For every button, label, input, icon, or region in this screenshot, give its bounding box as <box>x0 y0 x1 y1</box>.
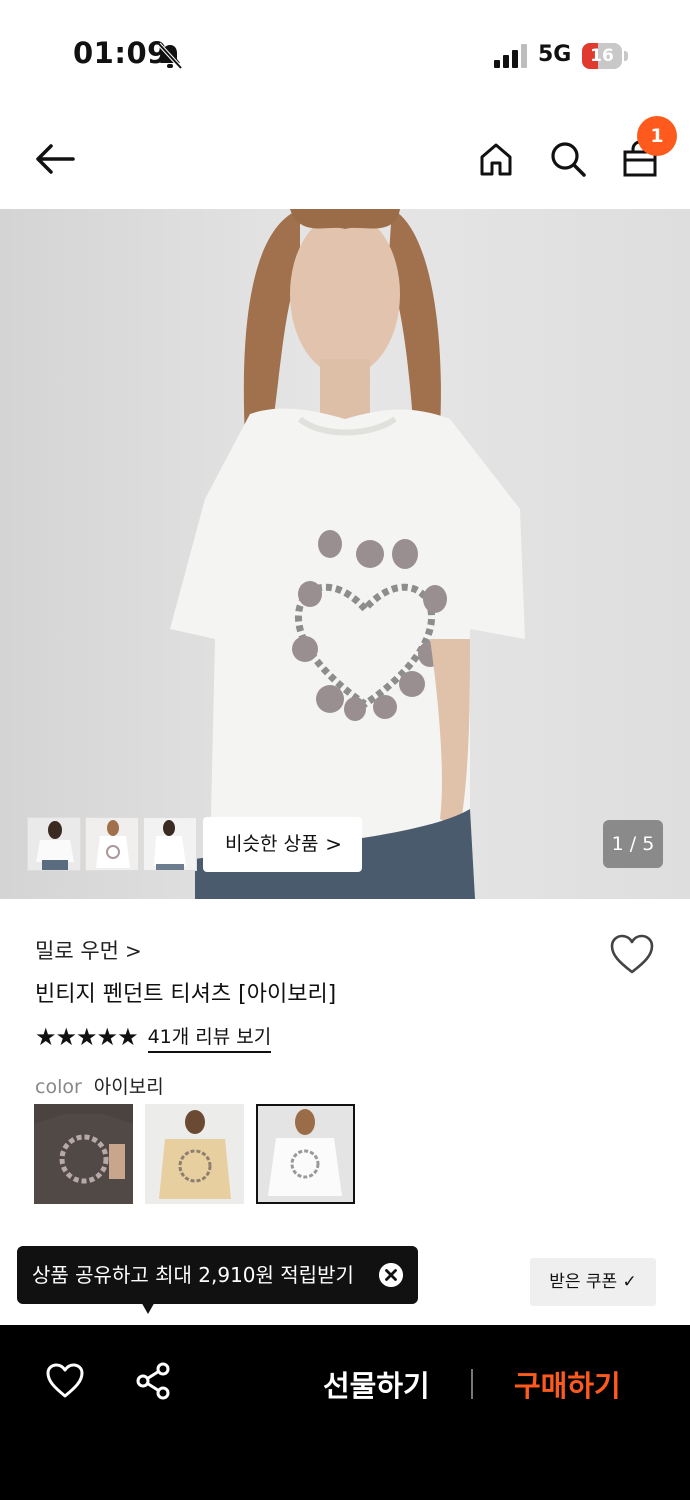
battery-icon: 16 <box>582 43 628 69</box>
similar-products-label: 비슷한 상품 <box>225 833 319 855</box>
brand-name: 밀로 우먼 <box>35 939 119 963</box>
gift-button[interactable]: 선물하기 <box>323 1363 430 1405</box>
review-link[interactable]: 41개 리뷰 보기 <box>147 1022 272 1053</box>
heart-icon[interactable] <box>45 1361 85 1401</box>
divider <box>471 1369 473 1399</box>
close-icon[interactable] <box>379 1263 403 1287</box>
cart-count-badge: 1 <box>637 116 677 156</box>
bottom-action-bar: 선물하기 구매하기 <box>0 1325 690 1500</box>
buy-button[interactable]: 구매하기 <box>514 1363 621 1405</box>
status-bar: 01:09 5G 16 <box>0 0 690 110</box>
rating-row: ★★★★★ 41개 리뷰 보기 <box>35 1022 272 1053</box>
product-main-image[interactable] <box>0 209 690 899</box>
toast-pointer <box>140 1300 156 1314</box>
search-icon <box>551 142 586 177</box>
color-swatch-charcoal[interactable] <box>34 1104 133 1204</box>
thumbnail-2[interactable] <box>85 817 139 871</box>
thumbnail-3[interactable] <box>143 817 197 871</box>
image-thumbnails <box>27 817 197 871</box>
network-type: 5G <box>538 42 572 67</box>
top-nav <box>0 110 690 210</box>
battery-level: 16 <box>590 46 614 66</box>
color-value: 아이보리 <box>93 1076 164 1098</box>
image-pager: 1 / 5 <box>603 820 663 868</box>
star-rating-icon: ★★★★★ <box>35 1023 139 1051</box>
similar-products-button[interactable]: 비슷한 상품 > <box>203 817 362 872</box>
toast-text: 상품 공유하고 최대 2,910원 적립받기 <box>32 1263 354 1287</box>
signal-icon <box>494 44 527 68</box>
color-swatch-beige[interactable] <box>145 1104 244 1204</box>
color-swatches <box>34 1104 355 1204</box>
color-selection-label: color 아이보리 <box>35 1072 164 1099</box>
chevron-right-icon: > <box>325 832 342 856</box>
arrow-left-icon <box>36 144 75 174</box>
status-time: 01:09 <box>73 36 168 70</box>
back-button[interactable] <box>31 135 79 183</box>
product-photo <box>0 209 690 899</box>
product-title: 빈티지 펜던트 티셔츠 [아이보리] <box>35 982 337 1007</box>
share-icon[interactable] <box>133 1361 173 1401</box>
thumbnail-1[interactable] <box>27 817 81 871</box>
color-swatch-ivory[interactable] <box>256 1104 355 1204</box>
heart-icon[interactable] <box>609 933 655 975</box>
share-reward-toast[interactable]: 상품 공유하고 최대 2,910원 적립받기 <box>17 1246 418 1304</box>
search-button[interactable] <box>544 135 592 183</box>
received-coupon-button[interactable]: 받은 쿠폰 ✓ <box>530 1258 656 1306</box>
home-button[interactable] <box>472 135 520 183</box>
home-icon <box>480 143 512 176</box>
chevron-right-icon: > <box>124 939 142 963</box>
brand-link[interactable]: 밀로 우먼 > <box>35 935 142 965</box>
bell-off-icon <box>157 42 183 70</box>
color-label: color <box>35 1076 82 1098</box>
